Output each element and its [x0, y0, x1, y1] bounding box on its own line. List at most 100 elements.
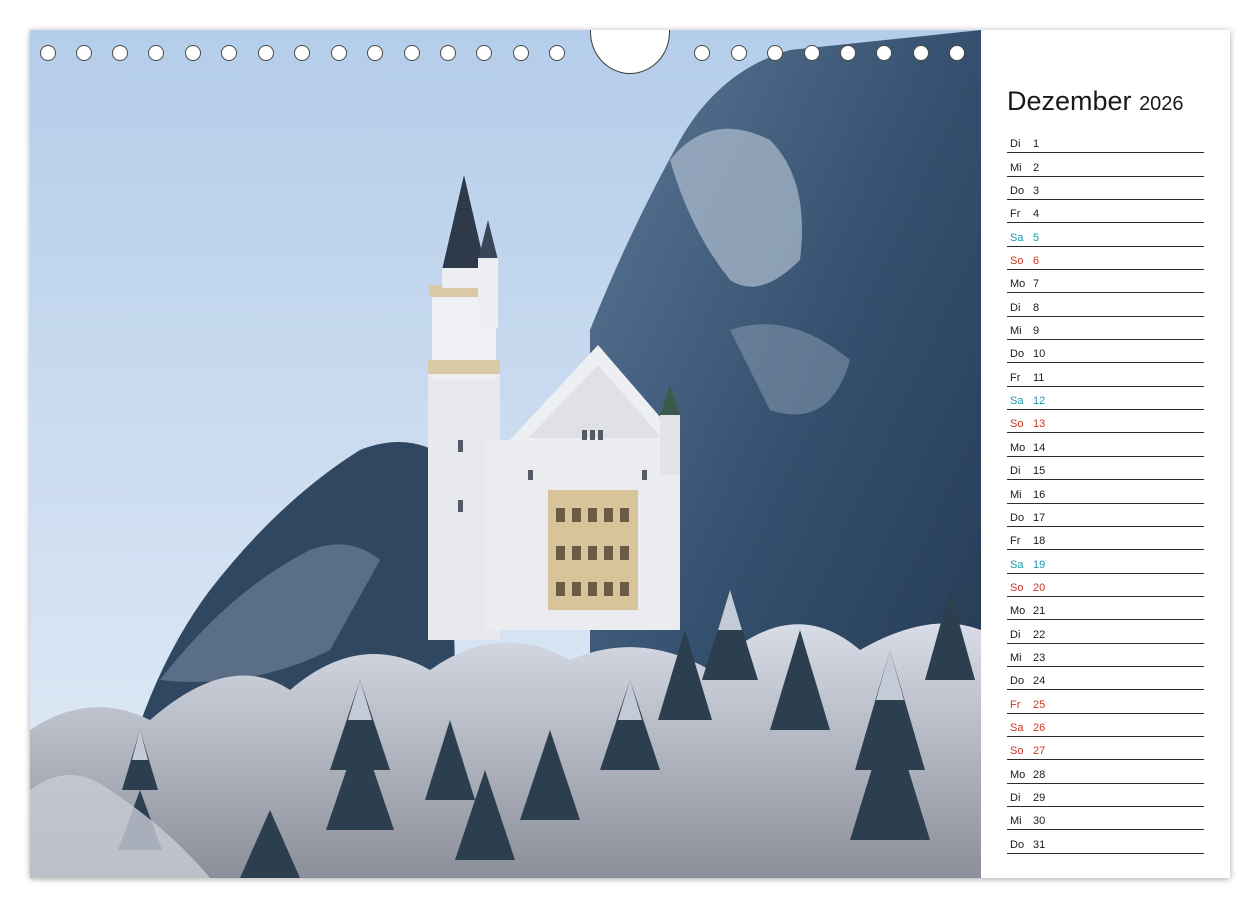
day-number: 1	[1033, 138, 1040, 151]
weekday-label: Sa	[1010, 395, 1024, 408]
weekday-label: Fr	[1010, 535, 1021, 548]
day-number: 9	[1033, 325, 1040, 338]
day-number: 30	[1033, 815, 1046, 828]
day-number: 10	[1033, 348, 1046, 361]
day-row: Fr 11	[1007, 363, 1204, 387]
day-row: Di 8	[1007, 293, 1204, 317]
day-number: 2	[1033, 161, 1040, 174]
weekday-label: Mi	[1010, 651, 1022, 664]
weekday-label: Fr	[1010, 698, 1021, 711]
weekday-label: Di	[1010, 301, 1021, 314]
day-number: 28	[1033, 768, 1046, 781]
day-row: Do 24	[1007, 667, 1204, 691]
day-number: 14	[1033, 441, 1046, 454]
day-row: Sa 26	[1007, 714, 1204, 737]
day-number: 18	[1033, 535, 1046, 548]
weekday-label: Mi	[1010, 488, 1022, 501]
weekday-label: Sa	[1010, 231, 1024, 244]
calendar-page: Dezember 2026 Di 1 Mi 2 Do 3 Fr 4 Sa 5 So 6 Mo 7 Di 8 Mi…	[30, 30, 1230, 878]
day-number: 15	[1033, 465, 1046, 478]
day-number: 29	[1033, 791, 1046, 804]
day-row: So 6	[1007, 247, 1204, 271]
day-number: 13	[1033, 418, 1046, 431]
weekday-label: Fr	[1010, 371, 1021, 384]
day-row: Sa 19	[1007, 550, 1204, 574]
day-row: So 27	[1007, 737, 1204, 761]
day-number: 27	[1033, 745, 1046, 758]
weekday-label: Sa	[1010, 721, 1024, 734]
day-number: 24	[1033, 675, 1046, 688]
day-number: 4	[1033, 208, 1040, 221]
weekday-label: Do	[1010, 511, 1025, 524]
day-row: Sa 12	[1007, 387, 1204, 411]
weekday-label: Mi	[1010, 161, 1022, 174]
weekday-label: Mo	[1010, 441, 1026, 454]
day-list: Di 1 Mi 2 Do 3 Fr 4 Sa 5 So 6 Mo 7 Di 8 Mi 9 Do 10 Fr 11 Sa 12 S…	[1007, 130, 1204, 854]
day-row: Mi 9	[1007, 317, 1204, 341]
day-row: Fr 18	[1007, 527, 1204, 551]
castle-winter-photo	[30, 30, 981, 878]
weekday-label: Mo	[1010, 605, 1026, 618]
day-row: So 13	[1007, 410, 1204, 434]
day-number: 22	[1033, 628, 1046, 641]
day-row: Do 17	[1007, 504, 1204, 527]
day-row: Mo 14	[1007, 433, 1204, 457]
day-number: 26	[1033, 721, 1046, 734]
weekday-label: Do	[1010, 838, 1025, 851]
day-number: 8	[1033, 301, 1040, 314]
day-row: Mo 28	[1007, 760, 1204, 784]
weekday-label: So	[1010, 745, 1024, 758]
day-row: So 20	[1007, 574, 1204, 597]
weekday-label: So	[1010, 255, 1024, 268]
day-row: Mi 2	[1007, 153, 1204, 177]
weekday-label: Di	[1010, 628, 1021, 641]
day-row: Di 29	[1007, 784, 1204, 807]
day-number: 25	[1033, 698, 1046, 711]
calendar-panel: Dezember 2026 Di 1 Mi 2 Do 3 Fr 4 Sa 5 So 6 Mo 7 Di 8 Mi…	[981, 30, 1230, 878]
day-row: Di 22	[1007, 620, 1204, 644]
day-number: 12	[1033, 395, 1046, 408]
day-number: 16	[1033, 488, 1046, 501]
weekday-label: So	[1010, 418, 1024, 431]
weekday-label: Do	[1010, 185, 1025, 198]
day-row: Do 31	[1007, 830, 1204, 854]
weekday-label: Mo	[1010, 768, 1026, 781]
day-row: Mi 23	[1007, 644, 1204, 667]
day-number: 5	[1033, 231, 1040, 244]
day-number: 19	[1033, 558, 1046, 571]
day-row: Mo 21	[1007, 597, 1204, 621]
day-row: Di 1	[1007, 130, 1204, 154]
year-label: 2026	[1139, 93, 1184, 115]
weekday-label: Sa	[1010, 558, 1024, 571]
day-row: Mo 7	[1007, 270, 1204, 294]
day-row: Mi 30	[1007, 807, 1204, 831]
month-name: Dezember	[1007, 86, 1132, 116]
day-number: 17	[1033, 511, 1046, 524]
weekday-label: Di	[1010, 465, 1021, 478]
day-number: 21	[1033, 605, 1046, 618]
weekday-label: Do	[1010, 348, 1025, 361]
day-number: 31	[1033, 838, 1046, 851]
day-number: 6	[1033, 255, 1040, 268]
day-number: 7	[1033, 278, 1040, 291]
day-number: 23	[1033, 651, 1046, 664]
weekday-label: So	[1010, 581, 1024, 594]
day-row: Do 10	[1007, 340, 1204, 364]
day-row: Fr 25	[1007, 690, 1204, 714]
month-title: Dezember 2026	[1007, 86, 1184, 117]
day-row: Do 3	[1007, 177, 1204, 201]
day-row: Fr 4	[1007, 200, 1204, 224]
day-row: Sa 5	[1007, 223, 1204, 247]
weekday-label: Fr	[1010, 208, 1021, 221]
day-number: 11	[1033, 371, 1045, 384]
weekday-label: Mo	[1010, 278, 1026, 291]
weekday-label: Mi	[1010, 325, 1022, 338]
weekday-label: Do	[1010, 675, 1025, 688]
weekday-label: Di	[1010, 138, 1021, 151]
day-row: Di 15	[1007, 457, 1204, 481]
day-number: 3	[1033, 185, 1040, 198]
day-number: 20	[1033, 581, 1046, 594]
day-row: Mi 16	[1007, 480, 1204, 504]
weekday-label: Di	[1010, 791, 1021, 804]
weekday-label: Mi	[1010, 815, 1022, 828]
